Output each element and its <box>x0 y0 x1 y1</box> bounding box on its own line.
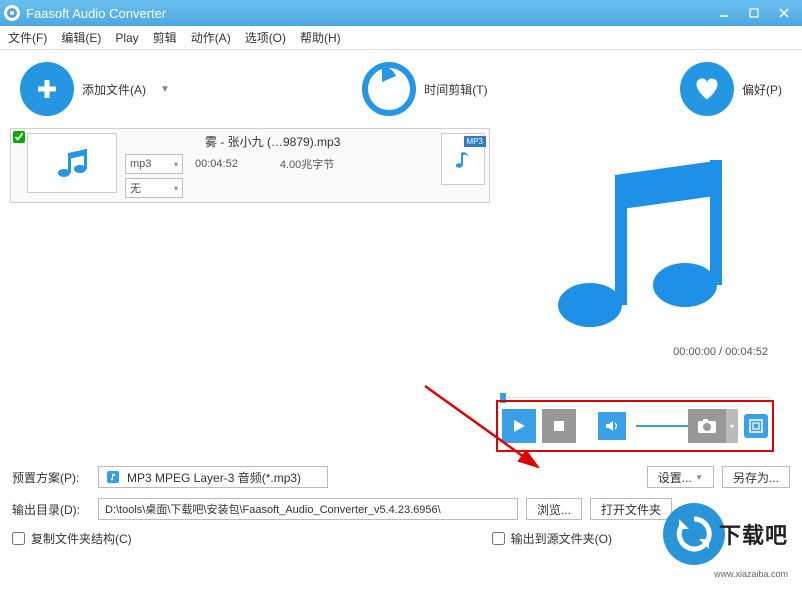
window-title: Faasoft Audio Converter <box>26 6 708 21</box>
open-folder-button[interactable]: 打开文件夹 <box>590 498 672 520</box>
add-file-button[interactable]: 添加文件(A) ▼ <box>20 62 170 116</box>
output-path[interactable]: D:\tools\桌面\下载吧\安装包\Faasoft_Audio_Conver… <box>98 498 518 520</box>
browse-button[interactable]: 浏览... <box>526 498 582 520</box>
snapshot-dropdown[interactable]: ▾ <box>726 409 738 443</box>
watermark-url: www.xiazaiba.com <box>714 569 788 579</box>
copy-structure-checkbox[interactable]: 复制文件夹结构(C) <box>12 530 132 547</box>
file-type-icon: MP3 <box>441 133 485 185</box>
file-item[interactable]: 雾 - 张小九 (…9879).mp3 mp3 00:04:52 4.00兆字节… <box>10 128 490 203</box>
clock-icon <box>362 62 416 116</box>
title-bar: Faasoft Audio Converter <box>0 0 802 26</box>
maximize-button[interactable] <box>740 3 768 23</box>
preset-select[interactable]: MP3 MPEG Layer-3 音频(*.mp3) <box>98 466 328 488</box>
menu-clip[interactable]: 剪辑 <box>153 29 177 46</box>
heart-icon <box>680 62 734 116</box>
app-logo <box>4 5 20 21</box>
preset-label: 预置方案(P): <box>12 469 90 486</box>
file-duration: 00:04:52 <box>195 158 238 170</box>
effect-select[interactable]: 无 <box>125 178 183 198</box>
menu-action[interactable]: 动作(A) <box>191 29 231 46</box>
plus-icon <box>20 62 74 116</box>
menu-options[interactable]: 选项(O) <box>245 29 286 46</box>
preview-panel: 00:00:00 / 00:04:52 ▾ <box>490 128 780 458</box>
output-label: 输出目录(D): <box>12 501 90 518</box>
minimize-button[interactable] <box>710 3 738 23</box>
file-size: 4.00兆字节 <box>280 156 334 172</box>
chevron-down-icon[interactable]: ▼ <box>160 84 170 95</box>
file-type-badge: MP3 <box>464 136 486 147</box>
fullscreen-button[interactable] <box>744 414 768 438</box>
playback-controls: ▾ <box>496 400 774 452</box>
preview-area: 00:00:00 / 00:04:52 <box>490 128 780 362</box>
watermark-text: 下载吧 <box>719 518 788 550</box>
play-button[interactable] <box>502 409 536 443</box>
output-to-source-checkbox[interactable]: 输出到源文件夹(O) <box>492 530 612 547</box>
file-name: 雾 - 张小九 (…9879).mp3 <box>125 133 441 150</box>
menu-help[interactable]: 帮助(H) <box>300 29 341 46</box>
close-button[interactable] <box>770 3 798 23</box>
refresh-icon <box>663 503 725 565</box>
time-clip-label: 时间剪辑(T) <box>424 81 487 98</box>
watermark: 下载吧 www.xiazaiba.com <box>663 503 788 565</box>
volume-slider[interactable] <box>636 425 678 427</box>
time-display: 00:00:00 / 00:04:52 <box>673 346 768 358</box>
file-thumbnail <box>27 133 117 193</box>
menu-play[interactable]: Play <box>115 31 138 45</box>
audio-icon <box>105 469 121 485</box>
settings-button[interactable]: 设置... ▼ <box>647 466 714 488</box>
preferences-label: 偏好(P) <box>742 81 782 98</box>
saveas-button[interactable]: 另存为... <box>722 466 790 488</box>
stop-button[interactable] <box>542 409 576 443</box>
music-note-icon <box>535 145 735 345</box>
preferences-button[interactable]: 偏好(P) <box>680 62 782 116</box>
time-clip-button[interactable]: 时间剪辑(T) <box>362 62 487 116</box>
volume-button[interactable] <box>598 412 626 440</box>
menu-bar: 文件(F) 编辑(E) Play 剪辑 动作(A) 选项(O) 帮助(H) <box>0 26 802 50</box>
snapshot-button[interactable]: ▾ <box>688 409 726 443</box>
format-select[interactable]: mp3 <box>125 154 183 174</box>
main-area: 雾 - 张小九 (…9879).mp3 mp3 00:04:52 4.00兆字节… <box>0 128 802 458</box>
add-file-label: 添加文件(A) <box>82 81 146 98</box>
file-list: 雾 - 张小九 (…9879).mp3 mp3 00:04:52 4.00兆字节… <box>0 128 490 458</box>
toolbar: 添加文件(A) ▼ 时间剪辑(T) 偏好(P) <box>0 50 802 128</box>
menu-file[interactable]: 文件(F) <box>8 29 47 46</box>
menu-edit[interactable]: 编辑(E) <box>61 29 101 46</box>
file-checkbox[interactable] <box>13 131 25 143</box>
